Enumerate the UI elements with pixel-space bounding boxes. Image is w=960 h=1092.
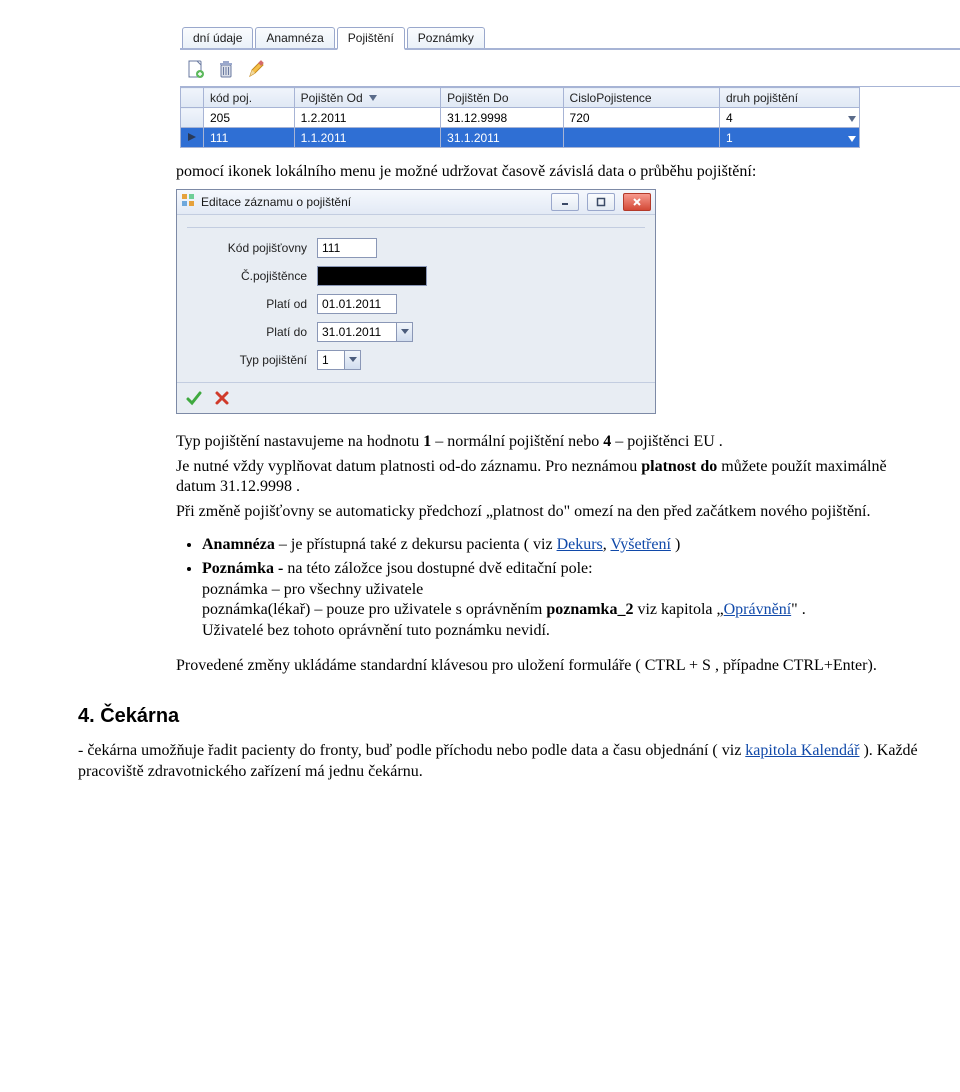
edit-record-icon[interactable] [246,58,266,80]
close-button[interactable] [623,193,651,211]
grid-header-cislo[interactable]: CisloPojistence [563,88,719,108]
tab-pojisteni[interactable]: Pojištění [337,27,405,50]
input-cislo-pojistence[interactable] [317,266,427,286]
row-handle[interactable] [181,108,204,128]
input-kod-pojistovny[interactable] [317,238,377,258]
input-typ-pojisteni[interactable] [317,350,345,370]
tab-anamneza[interactable]: Anamnéza [255,27,334,48]
label-kod-pojistovny: Kód pojišťovny [187,241,317,255]
tab-osobni-udaje[interactable]: dní údaje [182,27,253,48]
link-kalendar[interactable]: kapitola Kalendář [745,742,859,759]
cancel-icon[interactable] [213,389,231,407]
list-item: Poznámka - na této záložce jsou dostupné… [202,559,918,642]
edit-insurance-dialog: Editace záznamu o pojištění Kód pojišťov… [176,189,656,414]
maximize-button[interactable] [587,193,615,211]
grid-header-kod[interactable]: kód poj. [204,88,295,108]
row-handle[interactable] [181,128,204,148]
cell-do[interactable]: 31.1.2011 [441,128,563,148]
tab-poznamky[interactable]: Poznámky [407,27,485,48]
paragraph-zmena: Při změně pojišťovny se automaticky před… [176,502,918,523]
dialog-titlebar: Editace záznamu o pojištění [177,190,655,215]
app-icon [181,193,195,210]
link-opravneni[interactable]: Oprávnění [724,601,792,618]
cell-od[interactable]: 1.1.2011 [294,128,441,148]
input-plati-od[interactable] [317,294,397,314]
cell-do[interactable]: 31.12.9998 [441,108,563,128]
grid-toolbar [180,50,960,87]
grid-header-od[interactable]: Pojištěn Od [294,88,441,108]
cell-cislo[interactable]: 720 [563,108,719,128]
paragraph-intro: pomocí ikonek lokálního menu je možné ud… [176,162,918,183]
section-heading-cekarna: 4. Čekárna [78,705,960,728]
cell-kod[interactable]: 205 [204,108,295,128]
paragraph-cekarna: - čekárna umožňuje řadit pacienty do fro… [78,740,918,783]
label-typ-pojisteni: Typ pojištění [187,353,317,367]
minimize-button[interactable] [551,193,579,211]
list-item: Anamnéza – je přístupná také z dekursu p… [202,535,918,556]
link-dekurs[interactable]: Dekurs [557,536,603,553]
confirm-icon[interactable] [185,389,203,407]
delete-record-icon[interactable] [216,58,236,80]
table-row[interactable]: 111 1.1.2011 31.1.2011 1 [181,128,860,148]
cell-kod[interactable]: 111 [204,128,295,148]
dropdown-plati-do-icon[interactable] [397,322,413,342]
dialog-title: Editace záznamu o pojištění [201,195,543,209]
cell-od[interactable]: 1.2.2011 [294,108,441,128]
cell-druh[interactable]: 4 [719,108,859,128]
cell-cislo[interactable] [563,128,719,148]
paragraph-platnost: Je nutné vždy vyplňovat datum platnosti … [176,457,918,499]
new-record-icon[interactable] [186,58,206,80]
label-cislo-pojistence: Č.pojištěnce [187,269,317,283]
tab-bar: dní údaje Anamnéza Pojištění Poznámky [180,28,960,50]
input-plati-do[interactable] [317,322,397,342]
label-plati-do: Platí do [187,325,317,339]
grid-header-do[interactable]: Pojištěn Do [441,88,563,108]
grid-header-druh[interactable]: druh pojištění [719,88,859,108]
paragraph-typ: Typ pojištění nastavujeme na hodnotu 1 –… [176,432,918,453]
link-vysetreni[interactable]: Vyšetření [611,536,671,553]
dropdown-typ-icon[interactable] [345,350,361,370]
insurance-grid: kód poj. Pojištěn Od Pojištěn Do CisloPo… [180,87,960,148]
table-row[interactable]: 205 1.2.2011 31.12.9998 720 4 [181,108,860,128]
paragraph-save: Provedené změny ukládáme standardní kláv… [176,656,918,677]
grid-corner [181,88,204,108]
cell-druh[interactable]: 1 [719,128,859,148]
bullet-list: Anamnéza – je přístupná také z dekursu p… [202,535,918,642]
label-plati-od: Platí od [187,297,317,311]
